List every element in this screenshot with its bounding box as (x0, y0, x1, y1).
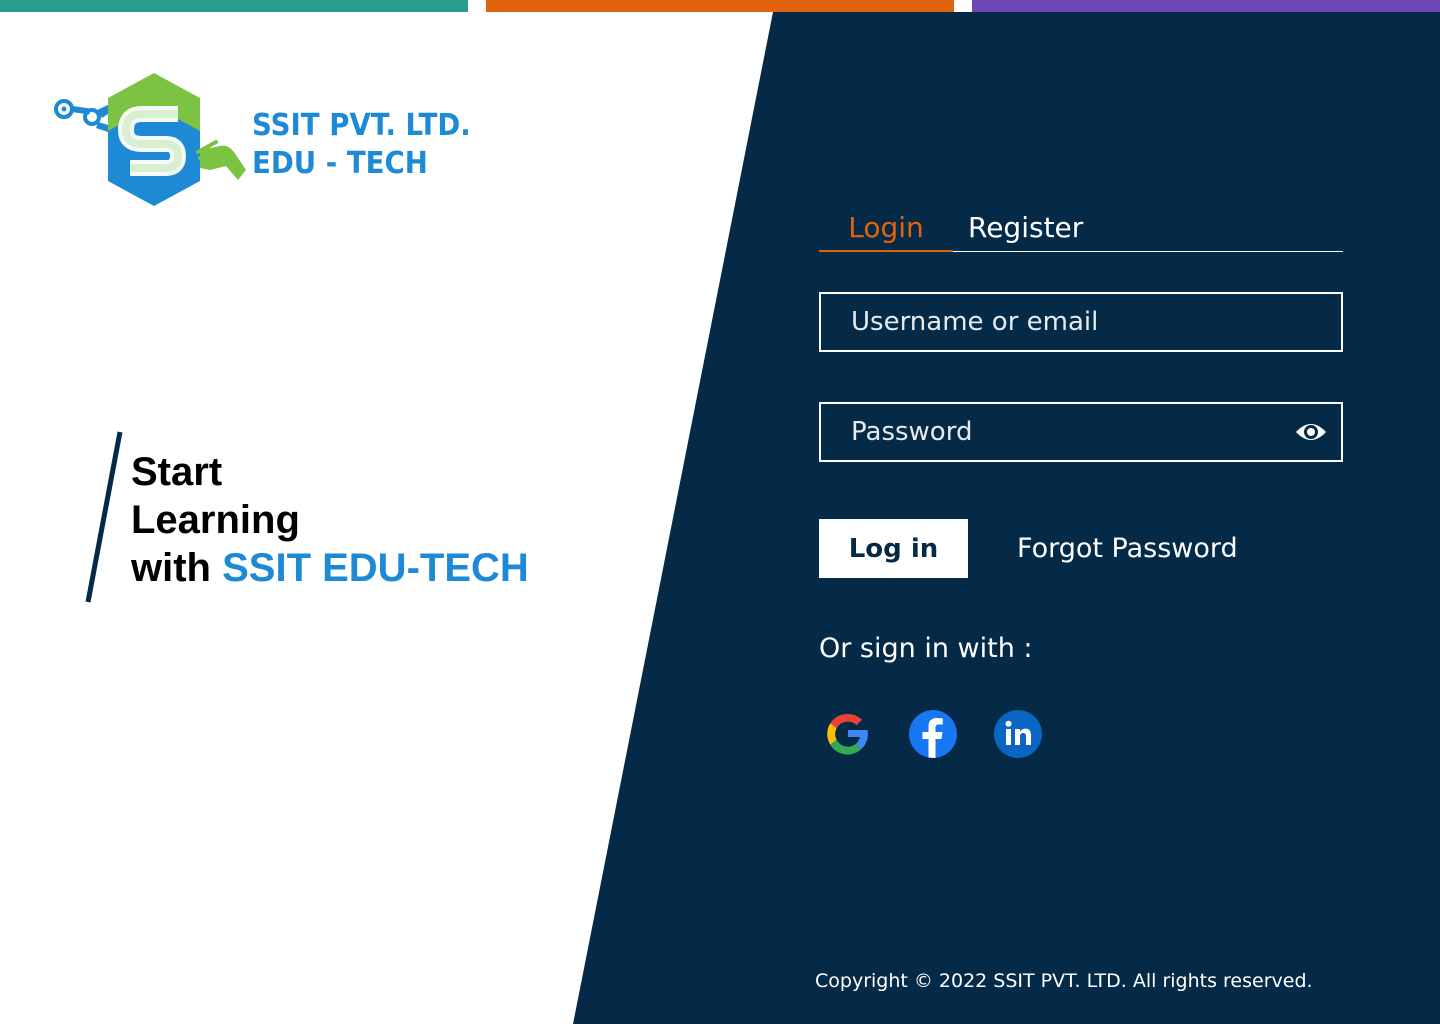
brand-line-1: SSIT PVT. LTD. (252, 108, 471, 143)
username-input[interactable] (821, 294, 1291, 350)
decorative-slash (85, 431, 123, 603)
google-icon[interactable] (823, 709, 873, 759)
brand-name: SSIT PVT. LTD. EDU - TECH (252, 107, 471, 183)
show-password-eye-icon[interactable] (1295, 418, 1327, 446)
hero-tagline: Start Learning with SSIT EDU-TECH (131, 448, 529, 592)
password-field-box (819, 402, 1343, 462)
top-accent-bar-teal (0, 0, 468, 12)
hero-brand-highlight: SSIT EDU-TECH (222, 546, 529, 590)
facebook-icon[interactable] (908, 709, 958, 759)
social-signin-label: Or sign in with : (819, 633, 1033, 664)
top-accent-bar-orange (486, 0, 954, 12)
ssit-logo (54, 73, 246, 206)
hero-line-2: Learning (131, 498, 300, 542)
tab-register[interactable]: Register (968, 205, 1083, 250)
forgot-password-link[interactable]: Forgot Password (1017, 530, 1238, 568)
top-accent-bar-purple (972, 0, 1440, 12)
linkedin-icon[interactable] (993, 709, 1043, 759)
password-input[interactable] (821, 404, 1291, 460)
tab-login[interactable]: Login (819, 205, 953, 252)
brand-line-2: EDU - TECH (252, 146, 428, 181)
auth-tabs: Login Register (819, 205, 1343, 252)
username-field-box (819, 292, 1343, 352)
login-button[interactable]: Log in (819, 519, 968, 578)
hero-line-3: with SSIT EDU-TECH (131, 544, 529, 592)
hero-line-3-prefix: with (131, 546, 223, 590)
copyright-text: Copyright © 2022 SSIT PVT. LTD. All righ… (815, 970, 1313, 992)
hero-line-1: Start (131, 450, 223, 494)
